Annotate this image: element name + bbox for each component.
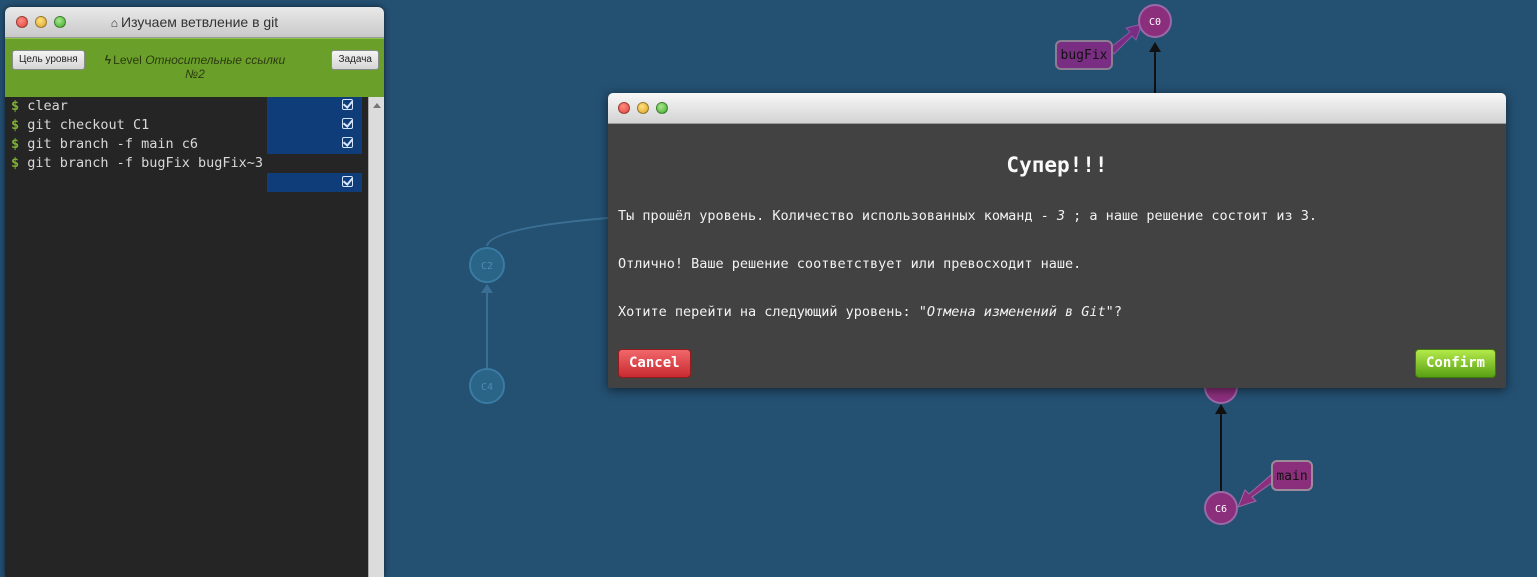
branch-label-bugfix[interactable]: bugFix — [1055, 40, 1113, 70]
command-line: $ git checkout C1 — [11, 117, 150, 133]
terminal-scrollbar[interactable] — [368, 97, 384, 577]
commit-label: C6 — [1215, 504, 1227, 515]
dialog-result-line: Ты прошёл уровень. Количество использова… — [618, 208, 1318, 224]
command-line: $ git branch -f main c6 — [11, 136, 198, 152]
close-dialog-button[interactable] — [618, 102, 630, 114]
commit-label: C2 — [481, 261, 493, 272]
level-task-button[interactable]: Задача — [331, 50, 379, 70]
command-history: $ clear $ git checkout C1 $ git branch -… — [5, 97, 368, 577]
command-line: $ clear — [11, 98, 68, 114]
commit-node-c0[interactable]: C0 — [1138, 4, 1172, 38]
faded-arrowhead — [481, 284, 493, 293]
commit-label: C0 — [1149, 17, 1161, 28]
level-goal-button[interactable]: Цель уровня — [12, 50, 85, 70]
branch-arrow — [1237, 473, 1277, 508]
home-icon: ⌂ — [110, 16, 119, 30]
level-bar: Цель уровня ϟ Level Относительные ссылки … — [5, 38, 384, 97]
terminal-title: ⌂ Изучаем ветвление в git — [110, 14, 279, 30]
confirm-button[interactable]: Confirm — [1414, 349, 1496, 378]
edge-arrowhead — [1149, 42, 1161, 52]
commit-label: C4 — [481, 382, 493, 393]
branch-label-main[interactable]: main — [1271, 460, 1313, 491]
checkbox-icon — [342, 176, 353, 187]
level-complete-dialog: Супер!!! Ты прошёл уровень. Количество и… — [608, 93, 1506, 388]
branch-name: bugFix — [1061, 48, 1108, 63]
terminal-window: ⌂ Изучаем ветвление в git Цель уровня ϟ Le… — [5, 7, 384, 577]
dialog-titlebar — [608, 93, 1506, 124]
dialog-heading: Супер!!! — [1006, 153, 1108, 177]
branch-name: main — [1276, 469, 1307, 484]
terminal-titlebar: ⌂ Изучаем ветвление в git — [5, 7, 384, 38]
command-line: $ git branch -f bugFix bugFix~3 — [11, 155, 263, 171]
lightning-icon: ϟ — [104, 53, 112, 67]
checkbox-icon — [342, 118, 353, 129]
dialog-praise-line: Отлично! Ваше решение соответствует или … — [618, 256, 1082, 272]
branch-arrow — [1109, 23, 1143, 55]
commit-node-c4[interactable]: C4 — [469, 368, 505, 404]
commit-node-c2[interactable]: C2 — [469, 247, 505, 283]
cancel-button[interactable]: Cancel — [618, 349, 691, 378]
faded-edge — [486, 217, 609, 247]
scroll-up-icon[interactable] — [373, 103, 381, 108]
checkbox-icon — [342, 137, 353, 148]
commit-node-c6[interactable]: C6 — [1204, 491, 1238, 525]
checkbox-icon — [342, 99, 353, 110]
level-name: ϟ Level Относительные ссылки №2 — [104, 53, 286, 81]
maximize-dialog-button[interactable] — [656, 102, 668, 114]
dialog-next-level-line: Хотите перейти на следующий уровень: "От… — [618, 304, 1122, 320]
minimize-dialog-button[interactable] — [637, 102, 649, 114]
edge-arrowhead — [1215, 404, 1227, 414]
